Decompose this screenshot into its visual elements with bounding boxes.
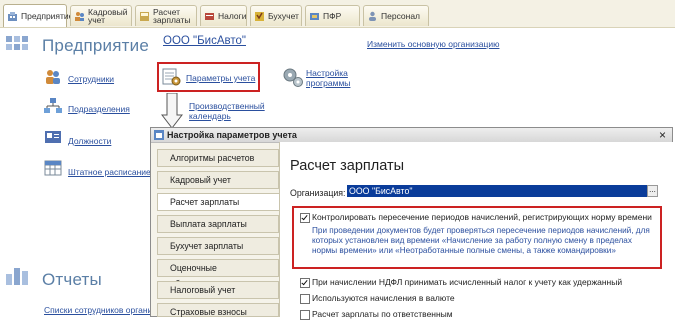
enterprise-logo-icon <box>6 34 36 56</box>
employees-link[interactable]: Сотрудники <box>68 74 114 84</box>
tab-taxes[interactable]: Налоги <box>200 5 247 26</box>
close-icon[interactable]: × <box>659 128 666 142</box>
tab-personnel[interactable]: Персонал <box>363 5 429 26</box>
nav-item-payroll-accounting[interactable]: Бухучет зарплаты <box>157 237 279 255</box>
reports-icon <box>6 264 36 288</box>
change-organization-link[interactable]: Изменить основную организацию <box>367 39 499 49</box>
gears-icon <box>282 66 304 90</box>
nav-item-calc-algorithms[interactable]: Алгоритмы расчетов <box>157 149 279 167</box>
responsible-checkbox-label: Расчет зарплаты по ответственным <box>312 309 453 319</box>
settings-dialog: Настройка параметров учета × Алгоритмы р… <box>150 127 673 320</box>
tab-label: Налоги <box>218 11 247 21</box>
page-title: Предприятие <box>42 36 149 55</box>
tab-label: Расчет зарплаты <box>153 7 191 25</box>
nav-item-tax-accounting[interactable]: Налоговый учет <box>157 281 279 299</box>
tab-label: Персонал <box>381 11 421 21</box>
tab-label: Предприятие <box>21 11 74 21</box>
ndfl-checkbox[interactable] <box>300 278 310 288</box>
content-title: Расчет зарплаты <box>290 158 405 174</box>
tab-label: Бухучет <box>268 11 299 21</box>
employees-icon <box>44 69 62 85</box>
program-settings-link[interactable]: Настройка программы <box>306 68 354 88</box>
reports-title: Отчеты <box>42 270 102 289</box>
staff-schedule-link[interactable]: Штатное расписание <box>68 167 151 177</box>
tab-label: Кадровый учет <box>88 7 128 25</box>
section-tab-bar: Предприятие Кадровый учет Расчет зарплат… <box>0 0 675 28</box>
params-icon <box>162 67 182 89</box>
ndfl-checkbox-label: При начислении НДФЛ принимать исчисленны… <box>312 277 623 287</box>
currency-checkbox-label: Используются начисления в валюте <box>312 293 455 303</box>
organization-link[interactable]: ООО "БисАвто" <box>163 35 246 47</box>
person-icon <box>367 11 378 22</box>
dialog-titlebar[interactable]: Настройка параметров учета × <box>151 128 672 143</box>
org-select-button[interactable]: ... <box>647 185 658 197</box>
calculator-icon <box>139 11 150 22</box>
overlap-hint-text: При проведении документов будет проверят… <box>312 226 650 255</box>
dialog-window-icon <box>154 130 164 144</box>
responsible-checkbox[interactable] <box>300 310 310 320</box>
departments-icon <box>44 98 62 114</box>
tab-accounting[interactable]: Бухучет <box>250 5 302 26</box>
nav-item-hr-accounting[interactable]: Кадровый учет <box>157 171 279 189</box>
departments-link[interactable]: Подразделения <box>68 104 130 114</box>
nav-item-insurance[interactable]: Страховые взносы <box>157 303 279 317</box>
positions-link[interactable]: Должности <box>68 136 111 146</box>
overlap-checkbox[interactable] <box>300 213 310 223</box>
people-icon <box>74 11 85 22</box>
dialog-title: Настройка параметров учета <box>167 130 297 140</box>
building-icon <box>7 11 18 22</box>
org-label: Организация: <box>290 188 346 198</box>
tax-icon <box>204 11 215 22</box>
nav-item-payout[interactable]: Выплата зарплаты <box>157 215 279 233</box>
ledger-icon <box>254 11 265 22</box>
positions-icon <box>44 129 62 145</box>
down-arrow-icon <box>160 92 184 131</box>
employee-lists-link[interactable]: Списки сотрудников органи <box>44 305 152 315</box>
overlap-checkbox-label: Контролировать пересечение периодов начи… <box>312 212 652 222</box>
tab-enterprise[interactable]: Предприятие <box>3 4 73 27</box>
tab-hr[interactable]: Кадровый учет <box>70 5 132 26</box>
staff-schedule-icon <box>44 160 62 176</box>
organization-field[interactable]: ООО "БисАвто" <box>347 185 647 197</box>
tab-payroll[interactable]: Расчет зарплаты <box>135 5 197 26</box>
settings-content-panel: Расчет зарплаты Организация: ООО "БисАвт… <box>279 142 673 320</box>
currency-checkbox[interactable] <box>300 294 310 304</box>
tab-pfr[interactable]: ПФР <box>305 5 360 26</box>
production-calendar-link[interactable]: Производственный календарь <box>189 101 271 121</box>
pension-icon <box>309 11 320 22</box>
nav-item-estimated-liabilities[interactable]: Оценочные обязательства <box>157 259 279 289</box>
tab-label: ПФР <box>323 11 342 21</box>
nav-item-payroll[interactable]: Расчет зарплаты <box>157 193 286 211</box>
accounting-params-link[interactable]: Параметры учета <box>186 73 255 83</box>
